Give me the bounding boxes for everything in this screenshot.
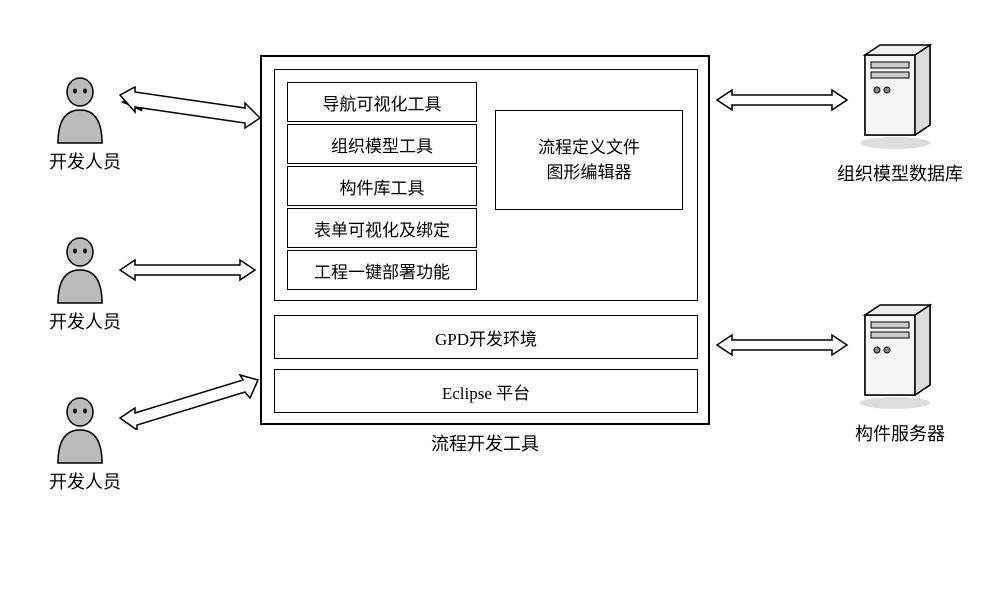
person-icon-3 xyxy=(50,395,110,465)
eclipse-platform: Eclipse 平台 xyxy=(274,369,698,413)
person-icon-2 xyxy=(50,235,110,305)
deploy-tool: 工程一键部署功能 xyxy=(287,250,477,290)
arrow-dev3 xyxy=(115,370,260,430)
dev2-label: 开发人员 xyxy=(40,308,130,334)
arrow-db xyxy=(712,85,852,115)
dev1-label: 开发人员 xyxy=(40,148,130,174)
process-dev-tool-box: 导航可视化工具 组织模型工具 构件库工具 表单可视化及绑定 工程一键部署功能 流… xyxy=(260,55,710,425)
model-db-label: 组织模型数据库 xyxy=(820,160,980,186)
nav-visual-tool: 导航可视化工具 xyxy=(287,82,477,122)
arrow-dev1 xyxy=(115,80,260,130)
main-box-label: 流程开发工具 xyxy=(400,430,570,456)
form-visual-tool: 表单可视化及绑定 xyxy=(287,208,477,248)
person-icon-1 xyxy=(50,75,110,145)
arrow-component-server xyxy=(712,330,852,360)
org-model-tool: 组织模型工具 xyxy=(287,124,477,164)
gpd-dev-env: GPD开发环境 xyxy=(274,315,698,359)
process-def-editor: 流程定义文件 图形编辑器 xyxy=(495,110,683,210)
component-server-label: 构件服务器 xyxy=(830,420,970,446)
dev3-label: 开发人员 xyxy=(40,468,130,494)
component-lib-tool: 构件库工具 xyxy=(287,166,477,206)
server-icon-db xyxy=(855,40,935,150)
server-icon-component xyxy=(855,300,935,410)
arrow-dev2 xyxy=(115,255,260,285)
